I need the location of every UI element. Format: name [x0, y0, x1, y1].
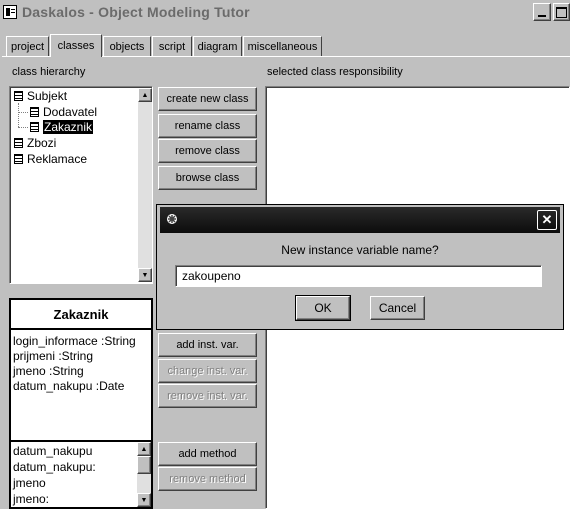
- app-icon: [3, 5, 17, 19]
- window-title: Daskalos - Object Modeling Tutor: [22, 4, 250, 20]
- tree-connector: [18, 112, 28, 114]
- responsibility-label: selected class responsibility: [267, 66, 403, 78]
- dialog-prompt: New instance variable name?: [281, 243, 439, 257]
- scroll-down-arrow-icon[interactable]: ▼: [138, 268, 152, 282]
- instance-variable-name-input[interactable]: [175, 265, 542, 287]
- tree-item-reklamace[interactable]: Reklamace: [14, 152, 87, 167]
- dialog-ok-button[interactable]: OK: [295, 295, 351, 321]
- inst-var-item[interactable]: prijmeni :String: [13, 349, 93, 364]
- class-icon: [14, 138, 23, 148]
- method-list[interactable]: datum_nakupu datum_nakupu: jmeno jmeno: …: [11, 442, 151, 507]
- class-icon: [30, 122, 39, 132]
- tree-item-zakaznik[interactable]: Zakaznik: [30, 120, 94, 135]
- tab-miscellaneous[interactable]: miscellaneous: [243, 36, 322, 57]
- close-icon: ✕: [541, 212, 553, 227]
- dialog-title-bar: ✕: [160, 207, 560, 233]
- class-icon: [14, 154, 23, 164]
- maximize-icon: [556, 6, 567, 18]
- tree-scrollbar[interactable]: ▲ ▼: [138, 88, 152, 282]
- rename-class-button[interactable]: rename class: [158, 114, 257, 138]
- scroll-down-arrow-icon[interactable]: ▼: [137, 493, 151, 507]
- remove-inst-var-button[interactable]: remove inst. var.: [158, 384, 257, 408]
- method-scrollbar[interactable]: ▲ ▼: [137, 442, 151, 507]
- inst-var-item[interactable]: jmeno :String: [13, 364, 84, 379]
- change-inst-var-button[interactable]: change inst. var.: [158, 359, 257, 383]
- tree-connector: [18, 103, 20, 127]
- tree-item-subjekt[interactable]: Subjekt: [14, 89, 67, 104]
- method-item[interactable]: jmeno:: [13, 492, 49, 507]
- dialog-app-icon: [165, 212, 179, 226]
- tab-classes[interactable]: classes: [50, 34, 102, 57]
- tree-connector: [18, 127, 28, 129]
- dialog-close-button[interactable]: ✕: [537, 210, 557, 230]
- minimize-button[interactable]: [533, 3, 551, 21]
- method-item[interactable]: datum_nakupu: [13, 444, 92, 459]
- inst-var-item[interactable]: login_informace :String: [13, 334, 136, 349]
- class-icon: [30, 107, 39, 117]
- class-icon: [14, 91, 23, 101]
- selected-class-name: Zakaznik: [11, 300, 151, 330]
- inst-var-item[interactable]: datum_nakupu :Date: [13, 379, 124, 394]
- browse-class-button[interactable]: browse class: [158, 166, 257, 190]
- minimize-icon: [538, 15, 546, 17]
- remove-method-button[interactable]: remove method: [158, 467, 257, 491]
- method-item[interactable]: datum_nakupu:: [13, 460, 96, 475]
- scroll-up-arrow-icon[interactable]: ▲: [138, 88, 152, 102]
- dialog-body: New instance variable name? OK Cancel: [160, 233, 560, 326]
- scroll-thumb[interactable]: [137, 456, 151, 474]
- tab-bar: project classes objects script diagram m…: [6, 34, 326, 58]
- remove-class-button[interactable]: remove class: [158, 139, 257, 163]
- class-hierarchy-label: class hierarchy: [12, 66, 86, 78]
- inst-var-list[interactable]: login_informace :String prijmeni :String…: [11, 330, 151, 442]
- add-inst-var-button[interactable]: add inst. var.: [158, 333, 257, 357]
- tab-project[interactable]: project: [6, 36, 49, 57]
- tree-item-zbozi[interactable]: Zbozi: [14, 136, 56, 151]
- tab-objects[interactable]: objects: [103, 36, 151, 57]
- maximize-button[interactable]: [553, 3, 570, 21]
- tree-item-dodavatel[interactable]: Dodavatel: [30, 105, 97, 120]
- scroll-up-arrow-icon[interactable]: ▲: [137, 442, 151, 456]
- dialog-cancel-button[interactable]: Cancel: [370, 296, 425, 320]
- selected-class-box: Zakaznik login_informace :String prijmen…: [9, 298, 153, 509]
- add-method-button[interactable]: add method: [158, 442, 257, 466]
- class-hierarchy-tree[interactable]: Subjekt Dodavatel Zakaznik Zbozi Reklama…: [9, 86, 153, 284]
- create-class-button[interactable]: create new class: [158, 87, 257, 111]
- title-bar: Daskalos - Object Modeling Tutor: [0, 0, 570, 26]
- tab-diagram[interactable]: diagram: [193, 36, 242, 57]
- method-item[interactable]: jmeno: [13, 476, 46, 491]
- tab-script[interactable]: script: [152, 36, 192, 57]
